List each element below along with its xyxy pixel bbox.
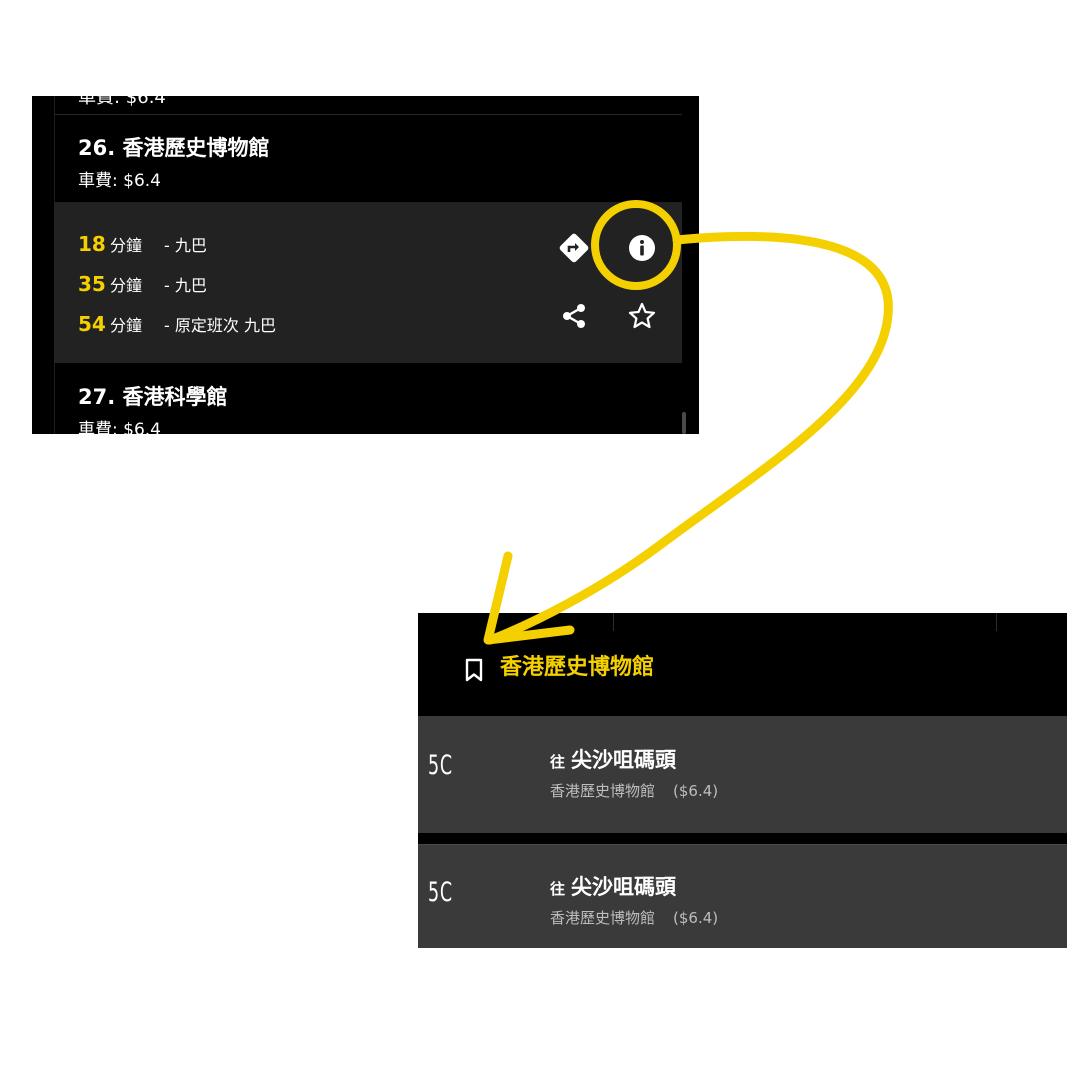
scrollbar[interactable]	[682, 412, 686, 434]
bookmark-icon[interactable]	[462, 657, 486, 687]
eta-minutes: 54	[78, 312, 106, 336]
detail-title: 香港歷史博物館	[500, 655, 655, 680]
eta-row: 18 分鐘 - 九巴	[78, 232, 207, 258]
route-number: 5C	[428, 750, 453, 781]
stop-fare-27: 車費: $6.4	[78, 420, 161, 434]
eta-unit: 分鐘	[110, 236, 143, 255]
route-destination: 往尖沙咀碼頭	[550, 744, 676, 774]
eta-operator: - 九巴	[164, 276, 207, 295]
tab-divider	[996, 613, 997, 631]
direction-prefix: 往	[550, 880, 566, 898]
route-stop-name: 香港歷史博物館	[550, 782, 656, 800]
direction-prefix: 往	[550, 753, 566, 771]
star-icon[interactable]	[624, 298, 660, 334]
eta-unit: 分鐘	[110, 276, 143, 295]
route-number: 5C	[428, 877, 453, 908]
eta-operator: - 九巴	[164, 236, 207, 255]
route-destination: 往尖沙咀碼頭	[550, 871, 676, 901]
stop-name-26[interactable]: 26. 香港歷史博物館	[78, 132, 270, 162]
destination-name: 尖沙咀碼頭	[571, 875, 677, 899]
detail-header: 香港歷史博物館	[418, 631, 1067, 716]
eta-operator: - 原定班次 九巴	[164, 316, 276, 335]
info-icon[interactable]	[624, 230, 660, 266]
stop-detail-screenshot: 香港歷史博物館 5C 往尖沙咀碼頭 香港歷史博物館 ($6.4) 5C 往尖沙咀碼…	[418, 613, 1067, 948]
eta-minutes: 18	[78, 232, 106, 256]
eta-unit: 分鐘	[110, 316, 143, 335]
stop-list-screenshot: 車費: $6.4 26. 香港歷史博物館 車費: $6.4 18 分鐘 - 九巴 3…	[32, 96, 699, 434]
stop-fare-26: 車費: $6.4	[78, 171, 161, 191]
route-stop-info: 香港歷史博物館 ($6.4)	[550, 907, 718, 928]
share-icon[interactable]	[556, 298, 592, 334]
eta-row: 54 分鐘 - 原定班次 九巴	[78, 312, 276, 338]
divider	[54, 114, 682, 115]
route-fare: ($6.4)	[673, 782, 719, 800]
cut-off-fare: 車費: $6.4	[78, 96, 166, 108]
eta-row: 35 分鐘 - 九巴	[78, 272, 207, 298]
tab-divider	[613, 613, 614, 631]
destination-name: 尖沙咀碼頭	[571, 748, 677, 772]
eta-panel: 18 分鐘 - 九巴 35 分鐘 - 九巴 54 分鐘 - 原定班次 九巴	[54, 202, 682, 363]
route-stop-info: 香港歷史博物館 ($6.4)	[550, 780, 718, 801]
eta-minutes: 35	[78, 272, 106, 296]
route-row[interactable]: 5C 往尖沙咀碼頭 香港歷史博物館 ($6.4)	[418, 844, 1067, 948]
directions-icon[interactable]	[556, 230, 592, 266]
route-row[interactable]: 5C 往尖沙咀碼頭 香港歷史博物館 ($6.4)	[418, 716, 1067, 833]
route-stop-name: 香港歷史博物館	[550, 909, 656, 927]
tab-strip	[418, 613, 1067, 631]
route-fare: ($6.4)	[673, 909, 719, 927]
stop-name-27[interactable]: 27. 香港科學館	[78, 381, 228, 411]
